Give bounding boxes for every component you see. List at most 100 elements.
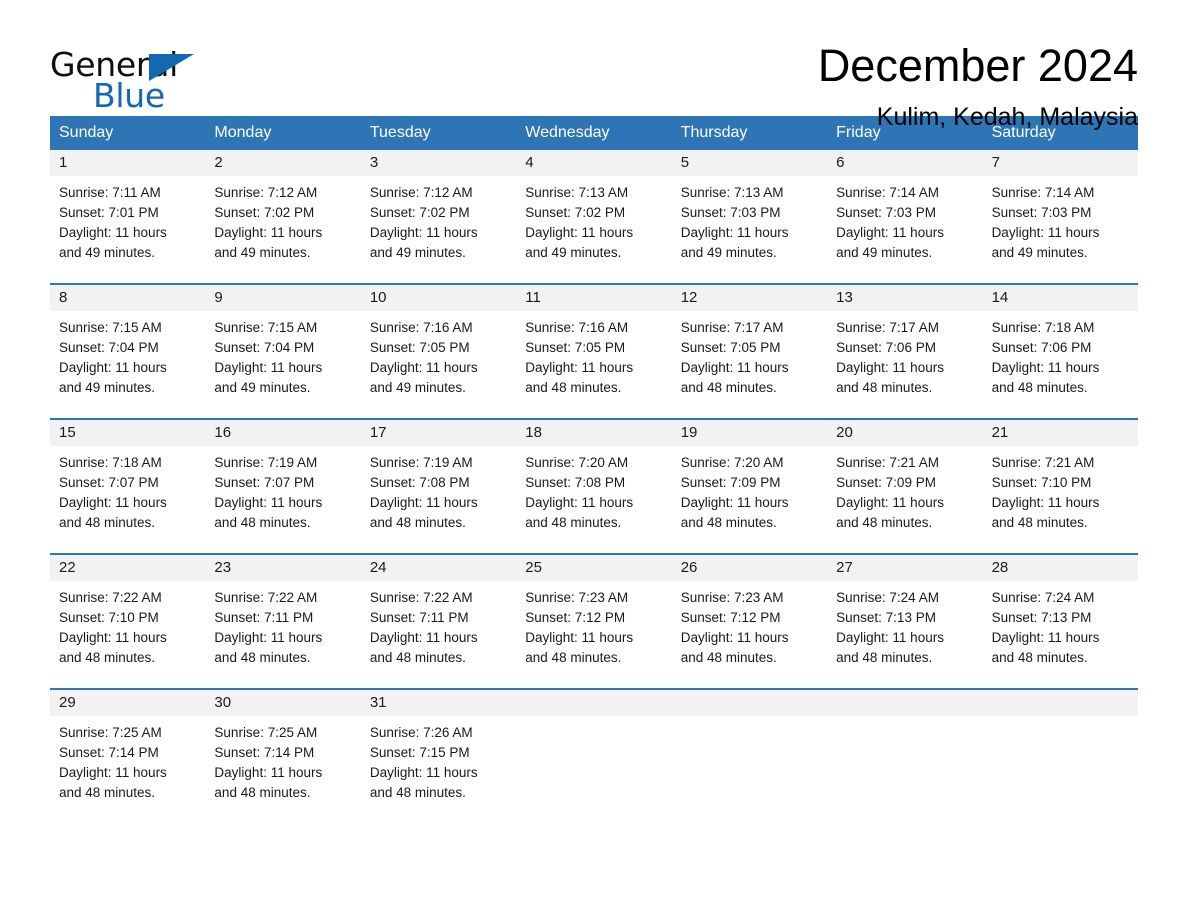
sunset-text: Sunset: 7:01 PM bbox=[59, 205, 159, 220]
day-cell[interactable]: 2 Sunrise: 7:12 AM Sunset: 7:02 PM Dayli… bbox=[205, 150, 361, 283]
sunset-text: Sunset: 7:13 PM bbox=[991, 610, 1092, 625]
daylight-text-line1: Daylight: 11 hours bbox=[214, 765, 323, 780]
daylight-text-line1: Daylight: 11 hours bbox=[991, 360, 1100, 375]
day-cell-empty bbox=[516, 690, 672, 823]
day-number: 1 bbox=[50, 150, 206, 176]
brand-logo: General Blue bbox=[50, 40, 210, 113]
brand-name-blue: Blue bbox=[93, 76, 165, 115]
day-details: Sunrise: 7:13 AM Sunset: 7:03 PM Dayligh… bbox=[672, 176, 827, 263]
sunset-text: Sunset: 7:06 PM bbox=[836, 340, 936, 355]
day-cell[interactable]: 20 Sunrise: 7:21 AM Sunset: 7:09 PM Dayl… bbox=[827, 420, 983, 553]
day-number: 18 bbox=[516, 420, 672, 446]
page-header: General Blue December 2024 Kulim, Kedah,… bbox=[50, 0, 1138, 131]
daylight-text-line1: Daylight: 11 hours bbox=[214, 360, 323, 375]
day-cell[interactable]: 25 Sunrise: 7:23 AM Sunset: 7:12 PM Dayl… bbox=[516, 555, 672, 688]
day-number: 25 bbox=[516, 555, 672, 581]
day-number: 8 bbox=[50, 285, 206, 311]
daylight-text-line1: Daylight: 11 hours bbox=[525, 495, 634, 510]
sunrise-text: Sunrise: 7:19 AM bbox=[369, 455, 473, 470]
day-cell-empty bbox=[982, 690, 1138, 823]
day-cell[interactable]: 7 Sunrise: 7:14 AM Sunset: 7:03 PM Dayli… bbox=[982, 150, 1138, 283]
day-details: Sunrise: 7:22 AM Sunset: 7:10 PM Dayligh… bbox=[50, 581, 205, 668]
sunrise-text: Sunrise: 7:16 AM bbox=[525, 320, 629, 335]
day-cell[interactable]: 30 Sunrise: 7:25 AM Sunset: 7:14 PM Dayl… bbox=[205, 690, 361, 823]
day-cell[interactable]: 11 Sunrise: 7:16 AM Sunset: 7:05 PM Dayl… bbox=[516, 285, 672, 418]
calendar-table: Sunday Monday Tuesday Wednesday Thursday… bbox=[50, 116, 1138, 823]
weekday-header-wednesday: Wednesday bbox=[525, 124, 610, 141]
daylight-text-line2: and 49 minutes. bbox=[59, 245, 156, 260]
day-cell[interactable]: 22 Sunrise: 7:22 AM Sunset: 7:10 PM Dayl… bbox=[50, 555, 206, 688]
calendar-page: General Blue December 2024 Kulim, Kedah,… bbox=[0, 0, 1188, 918]
daylight-text-line1: Daylight: 11 hours bbox=[836, 495, 944, 510]
day-number: 27 bbox=[827, 555, 983, 581]
daylight-text-line2: and 48 minutes. bbox=[369, 785, 466, 800]
day-details: Sunrise: 7:18 AM Sunset: 7:06 PM Dayligh… bbox=[983, 311, 1138, 398]
daylight-text-line2: and 49 minutes. bbox=[680, 245, 777, 260]
day-cell[interactable]: 8 Sunrise: 7:15 AM Sunset: 7:04 PM Dayli… bbox=[50, 285, 206, 418]
day-details: Sunrise: 7:20 AM Sunset: 7:09 PM Dayligh… bbox=[672, 446, 827, 533]
daylight-text-line2: and 48 minutes. bbox=[525, 650, 622, 665]
calendar-week-row: 1 Sunrise: 7:11 AM Sunset: 7:01 PM Dayli… bbox=[50, 150, 1138, 283]
daylight-text-line2: and 48 minutes. bbox=[59, 785, 156, 800]
day-cell[interactable]: 14 Sunrise: 7:18 AM Sunset: 7:06 PM Dayl… bbox=[982, 285, 1138, 418]
daylight-text-line1: Daylight: 11 hours bbox=[525, 360, 634, 375]
sunset-text: Sunset: 7:05 PM bbox=[369, 340, 470, 355]
day-cell[interactable]: 6 Sunrise: 7:14 AM Sunset: 7:03 PM Dayli… bbox=[827, 150, 983, 283]
sunrise-text: Sunrise: 7:23 AM bbox=[680, 590, 784, 605]
day-cell[interactable]: 13 Sunrise: 7:17 AM Sunset: 7:06 PM Dayl… bbox=[827, 285, 983, 418]
day-cell[interactable]: 31 Sunrise: 7:26 AM Sunset: 7:15 PM Dayl… bbox=[360, 690, 517, 823]
day-cell[interactable]: 9 Sunrise: 7:15 AM Sunset: 7:04 PM Dayli… bbox=[205, 285, 361, 418]
day-cell-empty bbox=[671, 690, 828, 823]
sunset-text: Sunset: 7:12 PM bbox=[680, 610, 781, 625]
day-details: Sunrise: 7:25 AM Sunset: 7:14 PM Dayligh… bbox=[205, 716, 360, 803]
day-cell[interactable]: 5 Sunrise: 7:13 AM Sunset: 7:03 PM Dayli… bbox=[671, 150, 828, 283]
day-cell[interactable]: 19 Sunrise: 7:20 AM Sunset: 7:09 PM Dayl… bbox=[671, 420, 828, 553]
day-number bbox=[671, 690, 828, 716]
day-cell[interactable]: 27 Sunrise: 7:24 AM Sunset: 7:13 PM Dayl… bbox=[827, 555, 983, 688]
day-cell[interactable]: 1 Sunrise: 7:11 AM Sunset: 7:01 PM Dayli… bbox=[50, 150, 206, 283]
weekday-header-saturday: Saturday bbox=[991, 124, 1056, 141]
day-cell[interactable]: 12 Sunrise: 7:17 AM Sunset: 7:05 PM Dayl… bbox=[671, 285, 828, 418]
day-cell[interactable]: 26 Sunrise: 7:23 AM Sunset: 7:12 PM Dayl… bbox=[671, 555, 828, 688]
sunrise-text: Sunrise: 7:21 AM bbox=[991, 455, 1095, 470]
day-number: 20 bbox=[827, 420, 983, 446]
daylight-text-line2: and 48 minutes. bbox=[991, 515, 1088, 530]
daylight-text-line1: Daylight: 11 hours bbox=[59, 360, 167, 375]
day-details: Sunrise: 7:15 AM Sunset: 7:04 PM Dayligh… bbox=[205, 311, 360, 398]
day-cell[interactable]: 18 Sunrise: 7:20 AM Sunset: 7:08 PM Dayl… bbox=[516, 420, 672, 553]
sunrise-text: Sunrise: 7:13 AM bbox=[680, 185, 784, 200]
day-cell[interactable]: 24 Sunrise: 7:22 AM Sunset: 7:11 PM Dayl… bbox=[360, 555, 517, 688]
day-cell[interactable]: 29 Sunrise: 7:25 AM Sunset: 7:14 PM Dayl… bbox=[50, 690, 206, 823]
daylight-text-line2: and 48 minutes. bbox=[991, 380, 1088, 395]
daylight-text-line1: Daylight: 11 hours bbox=[369, 630, 478, 645]
day-cell[interactable]: 10 Sunrise: 7:16 AM Sunset: 7:05 PM Dayl… bbox=[360, 285, 517, 418]
day-cell[interactable]: 3 Sunrise: 7:12 AM Sunset: 7:02 PM Dayli… bbox=[360, 150, 517, 283]
daylight-text-line1: Daylight: 11 hours bbox=[836, 360, 944, 375]
day-cell[interactable]: 28 Sunrise: 7:24 AM Sunset: 7:13 PM Dayl… bbox=[982, 555, 1138, 688]
day-number bbox=[827, 690, 983, 716]
sunrise-text: Sunrise: 7:17 AM bbox=[836, 320, 939, 335]
day-cell[interactable]: 23 Sunrise: 7:22 AM Sunset: 7:11 PM Dayl… bbox=[205, 555, 361, 688]
sunrise-text: Sunrise: 7:22 AM bbox=[59, 590, 162, 605]
weekday-header-row: Sunday Monday Tuesday Wednesday Thursday… bbox=[50, 116, 1138, 150]
daylight-text-line1: Daylight: 11 hours bbox=[59, 765, 167, 780]
sunrise-text: Sunrise: 7:19 AM bbox=[214, 455, 318, 470]
daylight-text-line2: and 49 minutes. bbox=[214, 245, 311, 260]
calendar-week-row: 15 Sunrise: 7:18 AM Sunset: 7:07 PM Dayl… bbox=[50, 418, 1138, 553]
day-cell[interactable]: 17 Sunrise: 7:19 AM Sunset: 7:08 PM Dayl… bbox=[360, 420, 517, 553]
day-cell[interactable]: 21 Sunrise: 7:21 AM Sunset: 7:10 PM Dayl… bbox=[982, 420, 1138, 553]
page-title: December 2024 bbox=[817, 40, 1138, 91]
sunset-text: Sunset: 7:02 PM bbox=[214, 205, 315, 220]
sunset-text: Sunset: 7:15 PM bbox=[369, 745, 470, 760]
sunrise-text: Sunrise: 7:25 AM bbox=[214, 725, 318, 740]
weekday-header-sunday: Sunday bbox=[59, 124, 114, 141]
day-number: 12 bbox=[671, 285, 828, 311]
day-cell[interactable]: 16 Sunrise: 7:19 AM Sunset: 7:07 PM Dayl… bbox=[205, 420, 361, 553]
day-cell[interactable]: 15 Sunrise: 7:18 AM Sunset: 7:07 PM Dayl… bbox=[50, 420, 206, 553]
day-number: 30 bbox=[205, 690, 361, 716]
day-number: 2 bbox=[205, 150, 361, 176]
day-cell[interactable]: 4 Sunrise: 7:13 AM Sunset: 7:02 PM Dayli… bbox=[516, 150, 672, 283]
daylight-text-line1: Daylight: 11 hours bbox=[214, 495, 323, 510]
daylight-text-line2: and 48 minutes. bbox=[836, 380, 933, 395]
daylight-text-line1: Daylight: 11 hours bbox=[680, 360, 789, 375]
